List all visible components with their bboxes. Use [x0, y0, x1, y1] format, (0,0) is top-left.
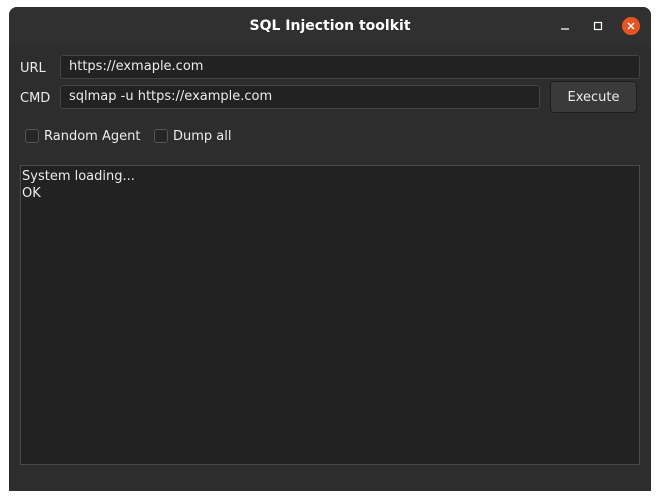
minimize-icon	[561, 28, 569, 30]
close-icon	[627, 22, 635, 30]
random-agent-option[interactable]: Random Agent	[25, 128, 140, 144]
titlebar[interactable]: SQL Injection toolkit	[9, 7, 651, 45]
maximize-button[interactable]	[589, 17, 607, 35]
maximize-icon	[593, 21, 603, 31]
app-window: SQL Injection toolkit URL https://exmapl…	[9, 7, 651, 491]
dump-all-label: Dump all	[173, 128, 232, 144]
random-agent-checkbox[interactable]	[25, 129, 39, 143]
url-label: URL	[20, 61, 46, 76]
window-title: SQL Injection toolkit	[249, 18, 411, 34]
cmd-label: CMD	[20, 91, 51, 106]
random-agent-label: Random Agent	[44, 128, 141, 144]
cmd-input[interactable]: sqlmap -u https://example.com	[60, 85, 540, 109]
execute-button[interactable]: Execute	[550, 81, 637, 113]
console-line: System loading...	[22, 169, 135, 184]
close-button[interactable]	[622, 17, 640, 35]
url-input[interactable]: https://exmaple.com	[60, 55, 640, 79]
console-line: OK	[22, 186, 41, 201]
dump-all-option[interactable]: Dump all	[154, 128, 232, 144]
minimize-button[interactable]	[556, 17, 574, 35]
output-console[interactable]: System loading... OK	[20, 165, 640, 465]
dump-all-checkbox[interactable]	[154, 129, 168, 143]
close-button-bg	[622, 17, 640, 35]
